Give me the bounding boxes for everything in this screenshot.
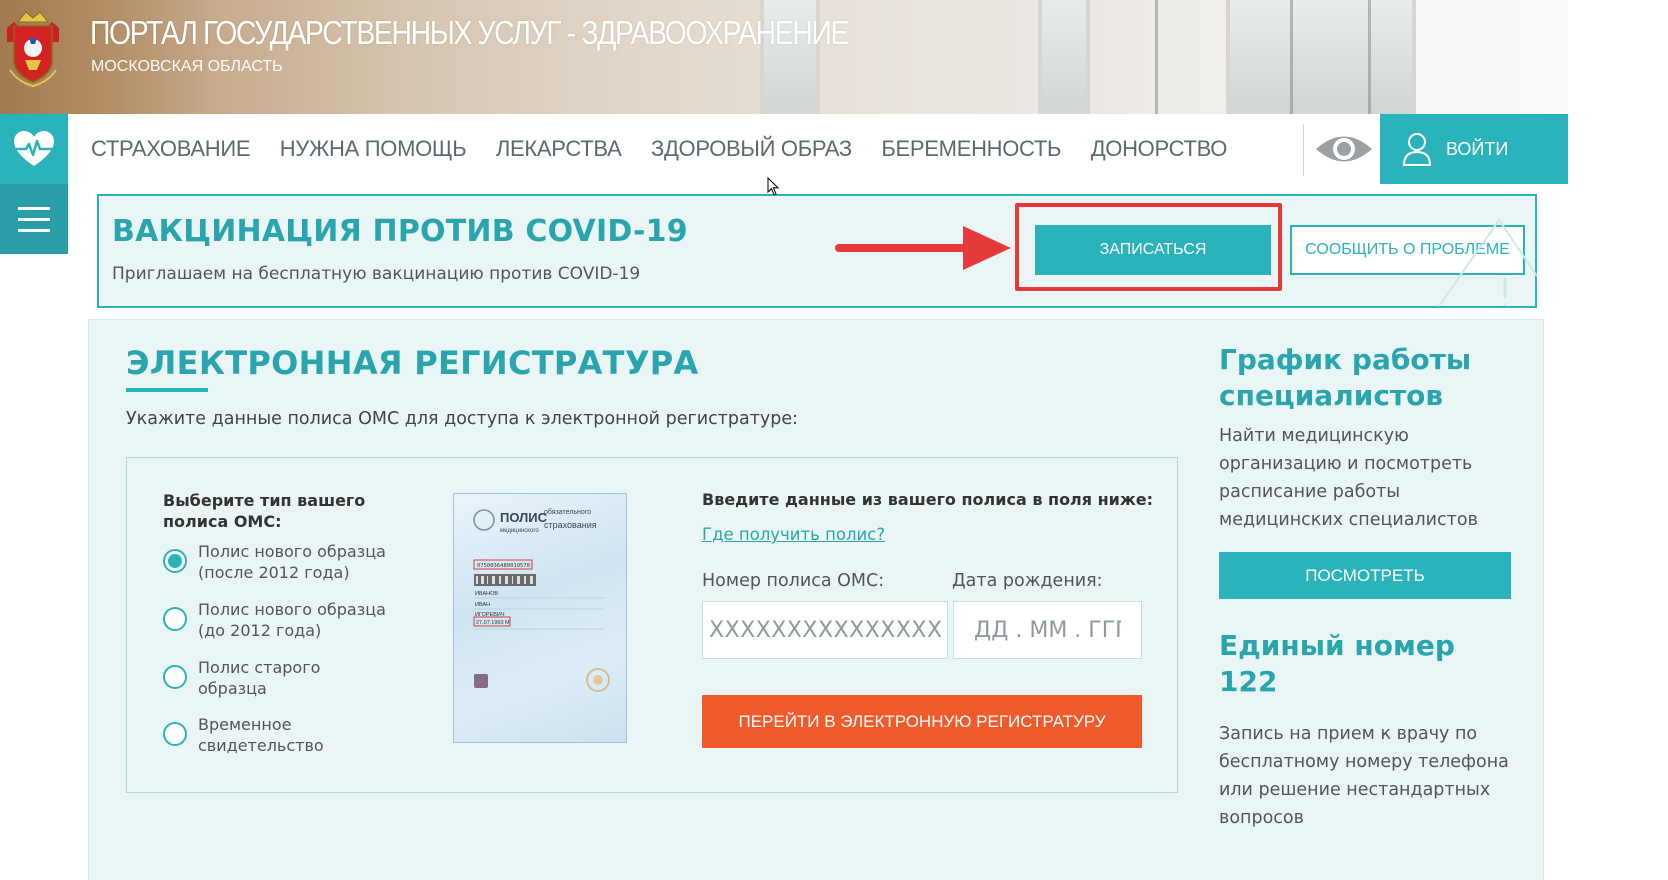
policy-number-label: Номер полиса ОМС: [702, 571, 885, 591]
nav-item-healthy-lifestyle[interactable]: ЗДОРОВЫЙ ОБРАЗ [651, 136, 852, 162]
card-name: ИВАН [475, 602, 490, 608]
svg-text:обязательного: обязательного [544, 508, 591, 516]
option-label: Полис нового образца (до 2012 года) [198, 600, 386, 640]
nav-item-pregnancy[interactable]: БЕРЕМЕННОСТЬ [881, 136, 1061, 162]
policy-option-new-before-2012[interactable]: Полис нового образца (до 2012 года) [163, 600, 398, 641]
covid-text: Приглашаем на бесплатную вакцинацию прот… [112, 264, 641, 284]
covid-banner: ВАКЦИНАЦИЯ ПРОТИВ COVID-19 Приглашаем на… [97, 194, 1538, 308]
birth-date-label: Дата рождения: [952, 571, 1103, 591]
svg-text:медицинского: медицинского [500, 528, 539, 534]
birth-date-input[interactable] [953, 601, 1142, 659]
radio-button[interactable] [163, 549, 187, 573]
login-button[interactable]: ВОЙТИ [1380, 114, 1568, 184]
header-bg-window [1038, 0, 1090, 114]
site-subtitle: МОСКОВСКАЯ ОБЛАСТЬ [91, 58, 283, 75]
go-to-registry-button[interactable]: ПЕРЕЙТИ В ЭЛЕКТРОННУЮ РЕГИСТРАТУРУ [702, 695, 1142, 748]
title-underline [126, 388, 208, 392]
hotline-description: Запись на прием к врачу по бесплатному н… [1219, 724, 1509, 828]
login-label: ВОЙТИ [1446, 138, 1509, 159]
main-navigation: СТРАХОВАНИЕ НУЖНА ПОМОЩЬ ЛЕКАРСТВА ЗДОРО… [0, 114, 1568, 184]
covid-title: ВАКЦИНАЦИЯ ПРОТИВ COVID-19 [112, 214, 688, 249]
policy-number-input[interactable] [702, 601, 948, 659]
app-window: ПОРТАЛ ГОСУДАРСТВЕННЫХ УСЛУГ - ЗДРАВООХР… [0, 0, 1568, 880]
registry-title: ЭЛЕКТРОННАЯ РЕГИСТРАТУРА [126, 344, 699, 382]
schedule-description: Найти медицинскую организацию и посмотре… [1219, 426, 1478, 530]
site-header: ПОРТАЛ ГОСУДАРСТВЕННЫХ УСЛУГ - ЗДРАВООХР… [0, 0, 1568, 114]
hotline-title: Единый номер 122 [1219, 629, 1455, 698]
policy-option-new-after-2012[interactable]: Полис нового образца (после 2012 года) [163, 542, 398, 583]
policy-type-title: Выберите тип вашего полиса ОМС: [163, 491, 366, 531]
nav-item-medicines[interactable]: ЛЕКАРСТВА [496, 136, 622, 162]
policy-form: Выберите тип вашего полиса ОМС: Полис но… [126, 457, 1178, 793]
card-number: 0750036480010570 [477, 563, 530, 569]
policy-card-image: ПОЛИС обязательного медицинского страхов… [453, 493, 627, 743]
radio-button[interactable] [163, 722, 187, 746]
option-label: Полис нового образца (после 2012 года) [198, 542, 386, 582]
option-label: Полис старого образца [198, 658, 321, 698]
red-arrow-icon [835, 226, 1011, 270]
header-bg-bar [1368, 0, 1371, 114]
view-schedule-button[interactable]: ПОСМОТРЕТЬ [1219, 552, 1511, 599]
eye-icon[interactable] [1314, 130, 1374, 168]
schedule-title: График работы специалистов [1219, 343, 1472, 412]
enter-data-title: Введите данные из вашего полиса в поля н… [702, 490, 1154, 509]
hamburger-icon[interactable] [0, 184, 68, 254]
site-title: ПОРТАЛ ГОСУДАРСТВЕННЫХ УСЛУГ - ЗДРАВООХР… [90, 14, 849, 51]
policy-card-graphic: ПОЛИС обязательного медицинского страхов… [473, 508, 610, 692]
header-bg-bar [1290, 0, 1293, 114]
nav-item-donation[interactable]: ДОНОРСТВО [1091, 136, 1228, 162]
option-label: Временное свидетельство [198, 715, 324, 755]
card-chip [474, 674, 488, 688]
header-bg-bar [1155, 0, 1158, 114]
header-bg-window [1226, 0, 1416, 114]
nav-menu: СТРАХОВАНИЕ НУЖНА ПОМОЩЬ ЛЕКАРСТВА ЗДОРО… [91, 114, 1257, 184]
card-dob: 27.07.1993 М [476, 620, 510, 626]
banner-decoration [1438, 218, 1538, 307]
card-surname: ИВАНОВ [475, 591, 498, 597]
nav-item-insurance[interactable]: СТРАХОВАНИЕ [91, 136, 251, 162]
radio-button[interactable] [163, 665, 187, 689]
radio-button[interactable] [163, 607, 187, 631]
where-to-get-policy-link[interactable]: Где получить полис? [702, 525, 885, 544]
policy-option-temporary[interactable]: Временное свидетельство [163, 715, 338, 756]
coat-of-arms-icon[interactable] [4, 8, 62, 88]
registry-description: Укажите данные полиса ОМС для доступа к … [126, 409, 799, 429]
user-icon [1402, 133, 1432, 166]
mouse-cursor-icon [767, 177, 780, 196]
registry-section: ЭЛЕКТРОННАЯ РЕГИСТРАТУРА Укажите данные … [88, 319, 1544, 880]
heart-pulse-icon [14, 131, 54, 166]
card-title: ПОЛИС [500, 510, 548, 525]
health-home-button[interactable] [0, 114, 68, 184]
policy-option-old[interactable]: Полис старого образца [163, 658, 338, 699]
nav-divider [1303, 124, 1304, 176]
nav-item-help[interactable]: НУЖНА ПОМОЩЬ [280, 136, 467, 162]
signup-highlight-frame [1015, 203, 1282, 291]
svg-text:страхования: страхования [544, 520, 597, 530]
